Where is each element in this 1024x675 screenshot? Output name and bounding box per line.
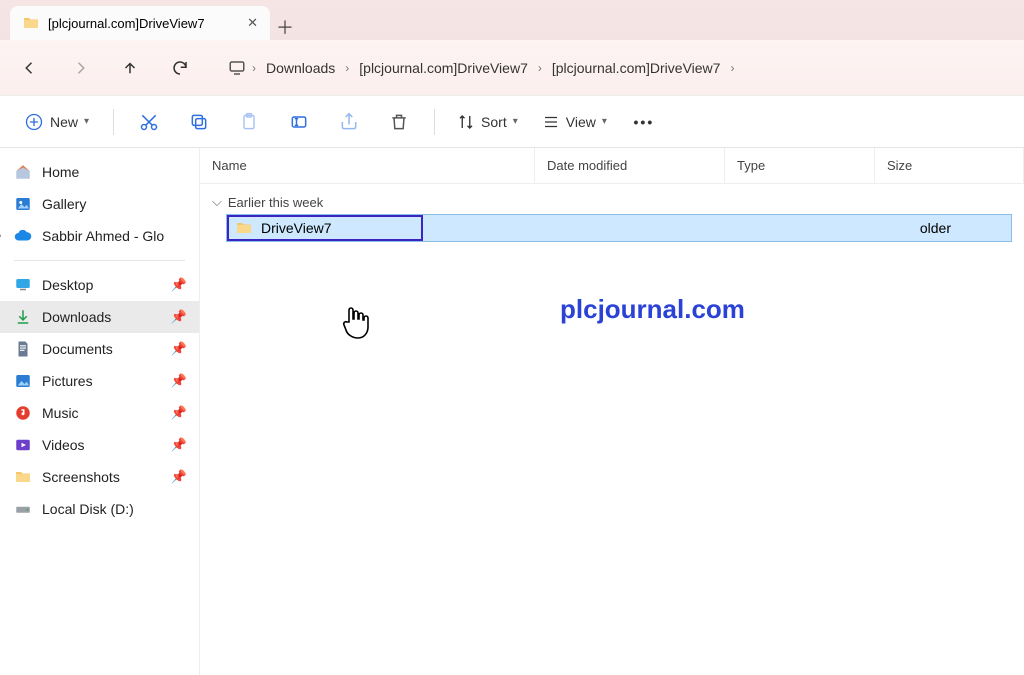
chevron-down-icon: ⌵ [212, 194, 222, 210]
sidebar-label: Videos [42, 437, 85, 453]
divider [113, 109, 114, 135]
back-button[interactable] [14, 52, 46, 84]
chevron-down-icon: ▾ [602, 116, 607, 127]
address-bar: › Downloads › [plcjournal.com]DriveView7… [0, 40, 1024, 96]
sidebar-label: Desktop [42, 277, 93, 293]
home-icon [14, 163, 32, 181]
pictures-icon [14, 372, 32, 390]
chevron-right-icon: › [730, 61, 734, 75]
sidebar-item-pictures[interactable]: Pictures 📌 [0, 365, 199, 397]
cut-button[interactable] [130, 103, 168, 141]
pin-icon: 📌 [171, 341, 187, 357]
sort-button[interactable]: Sort ▾ [451, 109, 524, 135]
sidebar-item-home[interactable]: Home [0, 156, 199, 188]
pin-icon: 📌 [171, 469, 187, 485]
file-type-suffix: older [920, 220, 951, 236]
sidebar-item-music[interactable]: Music 📌 [0, 397, 199, 429]
sidebar-label: Pictures [42, 373, 93, 389]
share-button[interactable] [330, 103, 368, 141]
sidebar: Home Gallery › Sabbir Ahmed - Glo Deskto… [0, 148, 200, 675]
chevron-down-icon: ▾ [513, 116, 518, 127]
chevron-down-icon: ▾ [84, 116, 89, 127]
refresh-button[interactable] [164, 52, 196, 84]
sidebar-label: Downloads [42, 309, 111, 325]
sidebar-label: Home [42, 164, 79, 180]
sidebar-label: Local Disk (D:) [42, 501, 134, 517]
group-label: Earlier this week [228, 195, 323, 210]
pin-icon: 📌 [171, 309, 187, 325]
folder-icon [22, 14, 40, 32]
file-type-cell: older [820, 220, 1011, 236]
more-button[interactable]: ••• [625, 103, 663, 141]
col-name[interactable]: Name [200, 148, 535, 183]
pin-icon: 📌 [171, 277, 187, 293]
chevron-right-icon: › [252, 61, 256, 75]
sidebar-item-downloads[interactable]: Downloads 📌 [0, 301, 199, 333]
sidebar-item-onedrive[interactable]: › Sabbir Ahmed - Glo [0, 220, 199, 252]
pin-icon: 📌 [171, 373, 187, 389]
pin-icon: 📌 [171, 437, 187, 453]
sidebar-label: Screenshots [42, 469, 120, 485]
cloud-icon [14, 227, 32, 245]
file-row[interactable]: DriveView7 older [226, 214, 1012, 242]
sidebar-item-documents[interactable]: Documents 📌 [0, 333, 199, 365]
gallery-icon [14, 195, 32, 213]
chevron-right-icon: › [345, 61, 349, 75]
col-date[interactable]: Date modified [535, 148, 725, 183]
tab-close-button[interactable]: ✕ [247, 15, 258, 31]
folder-icon [14, 468, 32, 486]
chevron-right-icon: › [538, 61, 542, 75]
document-icon [14, 340, 32, 358]
pin-icon: 📌 [171, 405, 187, 421]
tab-active[interactable]: [plcjournal.com]DriveView7 ✕ [10, 6, 270, 40]
tab-bar: [plcjournal.com]DriveView7 ✕ ＋ [0, 0, 1024, 40]
new-label: New [50, 114, 78, 130]
rename-button[interactable] [280, 103, 318, 141]
chevron-right-icon[interactable]: › [0, 230, 2, 242]
new-button[interactable]: New ▾ [16, 108, 97, 136]
divider [434, 109, 435, 135]
sidebar-item-screenshots[interactable]: Screenshots 📌 [0, 461, 199, 493]
toolbar: New ▾ Sort ▾ View ▾ ••• [0, 96, 1024, 148]
file-list: Name Date modified Type Size ⌵ Earlier t… [200, 148, 1024, 675]
col-size[interactable]: Size [875, 148, 1024, 183]
forward-button[interactable] [64, 52, 96, 84]
copy-button[interactable] [180, 103, 218, 141]
breadcrumb-item[interactable]: Downloads [262, 56, 339, 80]
desktop-icon [14, 276, 32, 294]
divider [14, 260, 185, 261]
sidebar-label: Documents [42, 341, 113, 357]
monitor-icon[interactable] [228, 59, 246, 77]
new-tab-button[interactable]: ＋ [270, 14, 300, 40]
sort-label: Sort [481, 114, 507, 130]
drive-icon [14, 500, 32, 518]
view-label: View [566, 114, 596, 130]
col-type[interactable]: Type [725, 148, 875, 183]
sidebar-item-desktop[interactable]: Desktop 📌 [0, 269, 199, 301]
delete-button[interactable] [380, 103, 418, 141]
sidebar-label: Music [42, 405, 79, 421]
column-headers: Name Date modified Type Size [200, 148, 1024, 184]
breadcrumb-item[interactable]: [plcjournal.com]DriveView7 [548, 56, 725, 80]
download-icon [14, 308, 32, 326]
file-name-cell[interactable]: DriveView7 [227, 215, 423, 241]
sidebar-item-gallery[interactable]: Gallery [0, 188, 199, 220]
music-icon [14, 404, 32, 422]
view-button[interactable]: View ▾ [536, 109, 613, 135]
sidebar-label: Sabbir Ahmed - Glo [42, 228, 164, 244]
paste-button[interactable] [230, 103, 268, 141]
sidebar-item-localdisk[interactable]: Local Disk (D:) [0, 493, 199, 525]
breadcrumb-item[interactable]: [plcjournal.com]DriveView7 [355, 56, 532, 80]
file-name: DriveView7 [261, 220, 332, 236]
tab-title: [plcjournal.com]DriveView7 [48, 16, 205, 31]
sidebar-item-videos[interactable]: Videos 📌 [0, 429, 199, 461]
group-header[interactable]: ⌵ Earlier this week [200, 184, 1024, 214]
up-button[interactable] [114, 52, 146, 84]
breadcrumb: › Downloads › [plcjournal.com]DriveView7… [228, 56, 734, 80]
folder-icon [235, 219, 253, 237]
videos-icon [14, 436, 32, 454]
sidebar-label: Gallery [42, 196, 86, 212]
